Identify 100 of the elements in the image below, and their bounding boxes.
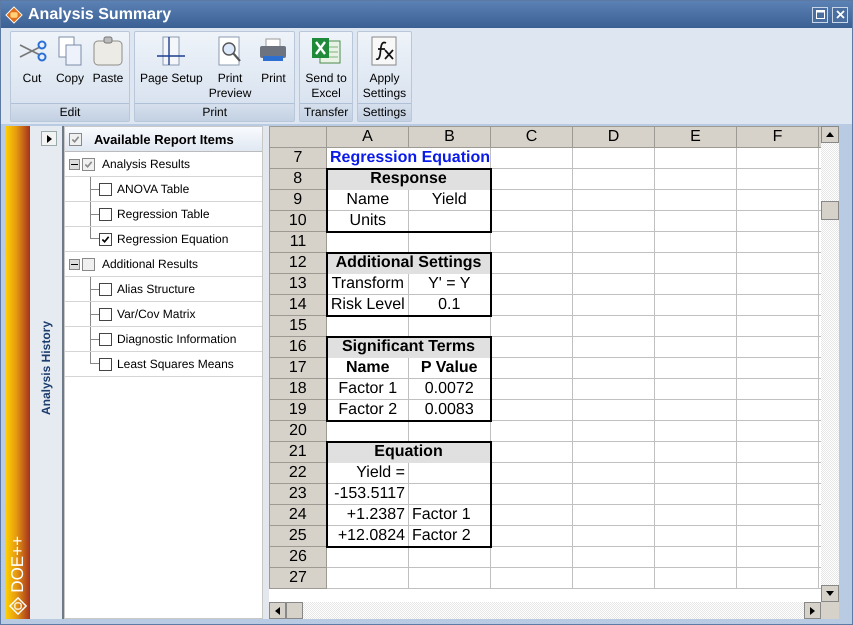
ribbon-button[interactable]: Print: [254, 32, 292, 103]
section-header: Significant Terms: [326, 336, 490, 358]
tree-header-label: Available Report Items: [94, 132, 234, 146]
row-header[interactable]: 27: [270, 568, 326, 588]
horizontal-scrollbar[interactable]: [269, 602, 839, 619]
checkbox[interactable]: [99, 282, 112, 296]
row-header[interactable]: 23: [270, 484, 326, 504]
collapse-icon[interactable]: [69, 158, 80, 170]
arrow-left-icon: [275, 606, 280, 614]
ribbon-button[interactable]: Cut: [13, 32, 51, 103]
column-header[interactable]: A: [326, 126, 408, 148]
window-title: Analysis Summary: [28, 6, 172, 24]
row-header[interactable]: 8: [270, 168, 326, 190]
vertical-scrollbar[interactable]: [821, 126, 839, 602]
close-button[interactable]: [832, 6, 848, 22]
section-header: Equation: [326, 442, 490, 462]
table-cell: -153.5117: [326, 484, 408, 504]
row-header[interactable]: 24: [270, 504, 326, 526]
row-header[interactable]: 21: [270, 442, 326, 462]
triangle-right-icon: [46, 134, 52, 142]
scroll-thumb[interactable]: [286, 602, 303, 619]
checkbox[interactable]: [99, 332, 112, 346]
tree-item[interactable]: Additional Results: [102, 257, 198, 271]
section-header: Response: [326, 168, 490, 190]
tree-item[interactable]: Analysis Results: [102, 157, 190, 171]
analysis-history-tab[interactable]: Analysis History: [39, 321, 53, 416]
column-header[interactable]: D: [572, 126, 654, 148]
table-cell: Name: [326, 190, 408, 210]
checkbox[interactable]: [82, 258, 95, 270]
table-cell: Transform: [326, 274, 408, 294]
table-cell: 0.0072: [408, 378, 490, 400]
group-label: Settings: [358, 103, 412, 121]
checkbox[interactable]: [82, 158, 95, 170]
column-header[interactable]: E: [654, 126, 736, 148]
row-header[interactable]: 26: [270, 546, 326, 568]
brand-name: DOE++: [8, 536, 28, 593]
checkbox[interactable]: [99, 182, 112, 196]
section-header: Additional Settings: [326, 252, 490, 274]
row-header[interactable]: 12: [270, 252, 326, 274]
table-cell: Factor 1: [408, 504, 490, 526]
tree-item[interactable]: Least Squares Means: [117, 357, 234, 371]
checkbox[interactable]: [99, 358, 112, 370]
row-header[interactable]: 16: [270, 336, 326, 358]
tree-item[interactable]: Alias Structure: [117, 282, 196, 296]
row-header[interactable]: 15: [270, 316, 326, 336]
row-header[interactable]: 18: [270, 378, 326, 400]
column-header[interactable]: B: [408, 126, 490, 148]
row-header[interactable]: 13: [270, 274, 326, 294]
tree-item[interactable]: Regression Equation: [117, 232, 228, 246]
row-header[interactable]: 17: [270, 358, 326, 378]
table-cell: Yield: [408, 190, 490, 210]
table-cell: Factor 2: [408, 526, 490, 546]
row-header[interactable]: 10: [270, 210, 326, 232]
ribbon-button[interactable]: Paste: [89, 32, 127, 103]
scroll-thumb[interactable]: [821, 201, 839, 220]
row-header[interactable]: 20: [270, 420, 326, 442]
table-cell: +1.2387: [326, 504, 408, 526]
expand-button[interactable]: [41, 131, 57, 146]
restore-button[interactable]: [812, 6, 828, 22]
checkbox[interactable]: [99, 232, 112, 246]
checkbox[interactable]: [69, 132, 82, 146]
row-header[interactable]: 22: [270, 462, 326, 484]
table-cell: Yield =: [326, 462, 408, 484]
app-logo-icon: [5, 6, 23, 24]
table-cell: Factor 2: [326, 400, 408, 420]
collapse-icon[interactable]: [69, 258, 80, 270]
ribbon-button[interactable]: Send to Excel: [302, 32, 350, 103]
table-cell: P Value: [408, 358, 490, 378]
table-title: Regression Equation: [330, 148, 490, 166]
tree-item[interactable]: Regression Table: [117, 207, 210, 221]
ribbon-button[interactable]: Apply Settings: [360, 32, 410, 103]
checkbox[interactable]: [99, 208, 112, 220]
column-header[interactable]: F: [736, 126, 818, 148]
ribbon-button[interactable]: Page Setup: [137, 32, 206, 103]
group-label: Print: [135, 103, 294, 121]
row-header[interactable]: 9: [270, 190, 326, 210]
tree-item[interactable]: ANOVA Table: [117, 182, 190, 196]
close-icon: [836, 10, 844, 19]
table-cell: 0.0083: [408, 400, 490, 420]
clipboard-icon: [92, 35, 124, 67]
group-label: Transfer: [300, 103, 352, 121]
row-header[interactable]: 19: [270, 400, 326, 420]
column-header[interactable]: C: [490, 126, 572, 148]
ribbon-button[interactable]: Print Preview: [206, 32, 254, 103]
tree-item[interactable]: Var/Cov Matrix: [117, 307, 196, 321]
page-setup-icon: [155, 35, 188, 67]
table-cell: Factor 1: [326, 378, 408, 400]
tree-item[interactable]: Diagnostic Information: [117, 332, 236, 346]
row-header[interactable]: 14: [270, 294, 326, 316]
ribbon-button[interactable]: Copy: [51, 32, 89, 103]
checkbox[interactable]: [99, 308, 112, 320]
arrow-up-icon: [826, 132, 834, 137]
row-header[interactable]: 7: [270, 148, 326, 168]
restore-icon: [816, 10, 824, 19]
row-header[interactable]: 11: [270, 232, 326, 252]
table-cell: Name: [326, 358, 408, 378]
size-grip[interactable]: [821, 602, 839, 619]
table-cell: Risk Level: [326, 294, 408, 316]
diamond-logo-icon: [8, 597, 26, 615]
row-header[interactable]: 25: [270, 526, 326, 546]
